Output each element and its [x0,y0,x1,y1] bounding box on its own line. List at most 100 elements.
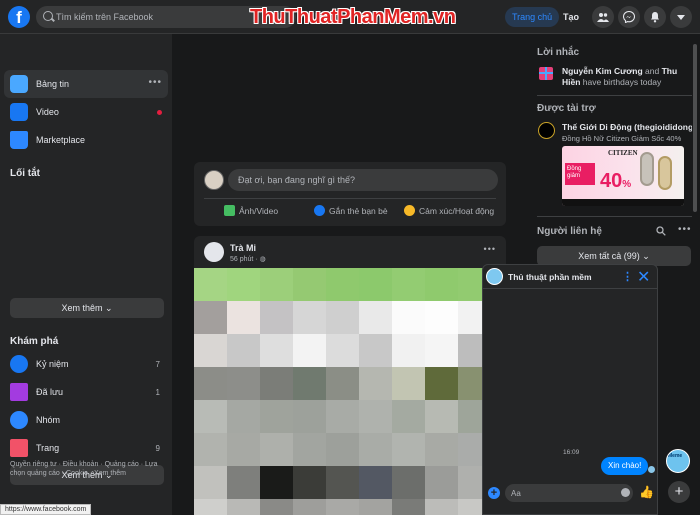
avatar[interactable] [204,242,224,262]
marketplace-shop-icon [10,131,28,149]
left-sidebar: Bảng tin ••• Video Marketplace Lối tắt X… [0,34,172,515]
photo-video-button[interactable]: Ảnh/Video [224,205,278,216]
more-options-icon[interactable]: ••• [678,224,692,235]
messenger-icon[interactable] [618,6,640,28]
video-icon [10,103,28,121]
sponsored-title: Được tài trợ [537,103,596,114]
sidebar-item-video[interactable]: Video [4,98,168,126]
reminders-title: Lời nhắc [537,47,580,58]
close-icon[interactable]: ✕ [637,267,650,287]
chat-header[interactable]: Thủ thuật phần mềm ⋮ ✕ [483,265,657,289]
top-navigation-bar: f ThuThuatPhanMem.vn Trang chủ Tạo [0,0,700,34]
seen-indicator [648,466,655,473]
sidebar-item-label: Marketplace [36,135,86,145]
ad-title[interactable]: Thế Giới Di Động (thegioididong.com) [562,122,692,132]
thumbs-up-icon[interactable]: 👍 [639,485,654,499]
memories-clock-icon [10,355,28,373]
contacts-title: Người liên hệ [537,226,602,237]
divider [537,216,692,217]
url-status-tooltip: https://www.facebook.com [0,504,92,515]
avatar[interactable] [486,268,503,285]
notification-dot [157,110,162,115]
sidebar-item-label: Bảng tin [36,79,70,89]
right-scrollbar[interactable] [693,44,697,212]
people-icon[interactable] [592,6,614,28]
sidebar-item-news-feed[interactable]: Bảng tin ••• [4,70,168,98]
watch-image [658,156,672,190]
ad-discount-value: 40 [600,170,623,192]
search-icon [43,11,53,21]
groups-icon [10,411,28,429]
feeling-activity-button[interactable]: Cảm xúc/Hoạt động [404,205,494,216]
feeling-emoji-icon [404,205,415,216]
sidebar-item-memories[interactable]: Kỷ niệm 7 [4,350,168,378]
ad-tag: Đồng giảm [565,163,595,185]
tag-friends-button[interactable]: Gắn thẻ bạn bè [314,205,388,216]
divider [537,95,692,96]
ad-discount: 40% [600,170,632,192]
chat-title[interactable]: Thủ thuật phần mềm [508,272,592,282]
watermark: ThuThuatPhanMem.vn [250,6,456,28]
sidebar-item-pages[interactable]: Trang 9 [4,434,168,462]
more-options-icon[interactable]: ••• [484,244,496,254]
home-button[interactable]: Trang chủ [505,7,560,27]
birthday-reminder[interactable]: Nguyễn Kim Cương and Thu Hiền have birth… [562,66,692,88]
message-timestamp: 16:09 [563,449,580,456]
item-count: 9 [155,444,160,453]
birthday-name[interactable]: Nguyễn Kim Cương [562,66,643,76]
status-input[interactable] [228,169,498,191]
birthday-conjunction: and [642,66,662,76]
footer-links[interactable]: Quyền riêng tư · Điều khoản · Quảng cáo … [10,460,165,478]
post-time[interactable]: 56 phút · ◍ [230,255,266,263]
chat-head-label: Meme [668,453,683,459]
see-all-contacts-button[interactable]: Xem tất cả (99) ⌄ [537,246,691,266]
message-bubble[interactable]: Xin chào! [601,457,649,475]
see-more-button[interactable]: Xem thêm ⌄ [10,298,164,318]
feed-post: Trà Mi 56 phút · ◍ ••• [194,236,506,515]
birthday-gift-icon [539,67,553,80]
new-message-plus-icon[interactable]: + [668,481,690,503]
account-menu-chevron-down-icon[interactable] [670,6,692,28]
sidebar-item-marketplace[interactable]: Marketplace [4,126,168,154]
action-label: Cảm xúc/Hoạt động [419,205,495,216]
ad-footer-bar [562,199,684,206]
chat-head-bubble[interactable]: Meme [666,449,690,473]
pages-flag-icon [10,439,28,457]
birthday-text: have birthdays today [580,77,662,87]
create-button[interactable]: Tạo [563,7,579,27]
sidebar-item-label: Video [36,107,59,117]
sidebar-item-saved[interactable]: Đã lưu 1 [4,378,168,406]
photo-icon [224,205,235,216]
chat-window: Thủ thuật phần mềm ⋮ ✕ 16:09 Xin chào! +… [482,264,658,515]
chevron-down-icon: ⌄ [104,303,113,313]
sidebar-item-label: Trang [36,443,60,453]
item-count: 7 [155,360,160,369]
post-time-text: 56 phút · [230,256,260,263]
plus-icon[interactable]: + [488,487,500,499]
search-contacts-icon[interactable] [656,226,666,239]
ad-subtitle[interactable]: Đồng Hồ Nữ Citizen Giảm Sốc 40% [562,134,692,143]
avatar[interactable] [204,170,224,190]
emoji-icon[interactable] [621,488,630,497]
more-vertical-icon[interactable]: ⋮ [622,270,633,283]
explore-title: Khám phá [10,336,59,347]
advertiser-logo[interactable] [538,122,555,139]
action-label: Ảnh/Video [239,205,279,216]
chat-composer: + 👍 [483,481,657,514]
post-author[interactable]: Trà Mi [230,243,256,253]
ad-banner-image[interactable]: CITIZEN Đồng giảm 40% [562,146,684,206]
divider [204,198,496,199]
facebook-logo-icon[interactable]: f [8,6,30,28]
saved-bookmark-icon [10,383,28,401]
item-count: 1 [155,388,160,397]
more-options-icon[interactable]: ••• [148,77,162,88]
globe-icon: ◍ [259,256,266,263]
message-input[interactable] [505,484,633,502]
sidebar-item-groups[interactable]: Nhóm [4,406,168,434]
see-all-label: Xem tất cả (99) [578,251,640,261]
post-image-pixelated[interactable] [194,268,506,515]
notifications-bell-icon[interactable] [644,6,666,28]
chevron-down-icon: ⌄ [642,251,650,261]
tag-friends-icon [314,205,325,216]
sidebar-item-label: Đã lưu [36,387,64,397]
